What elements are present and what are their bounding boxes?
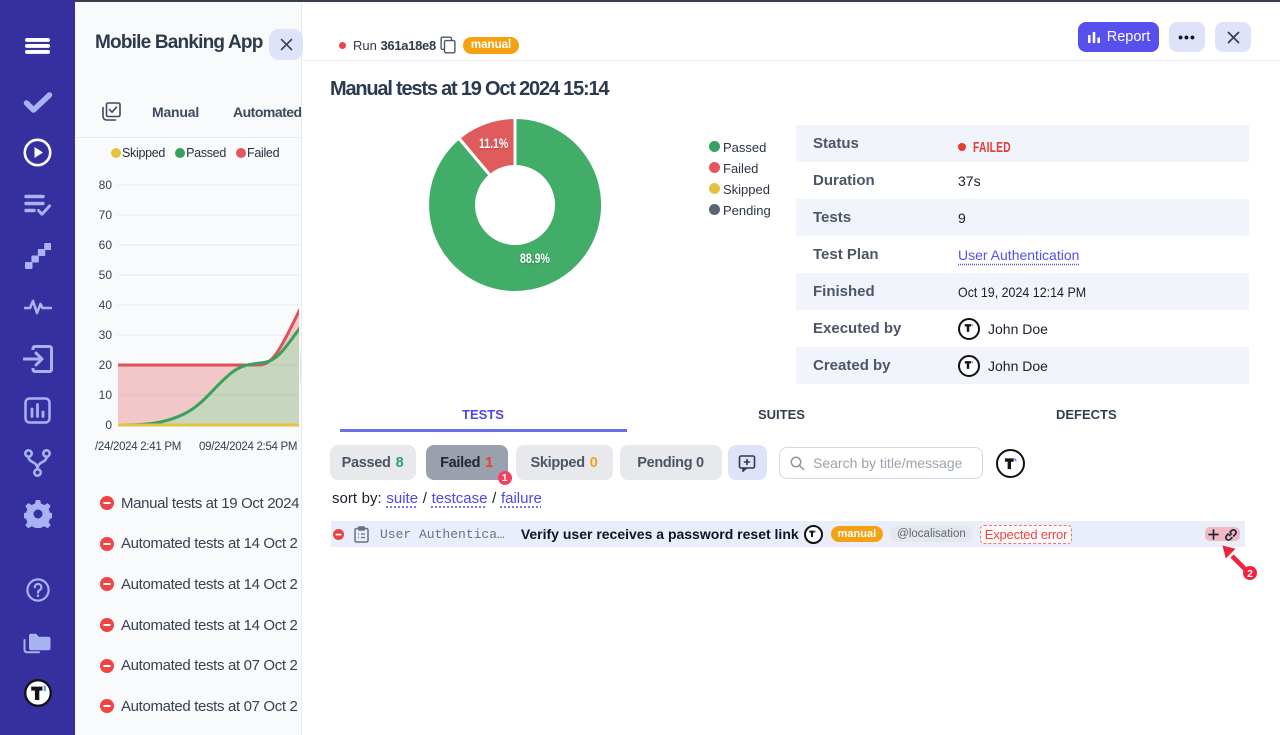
svg-text:2: 2 bbox=[1247, 568, 1253, 580]
svg-text:60: 60 bbox=[99, 238, 113, 252]
svg-text:10: 10 bbox=[99, 388, 113, 402]
svg-text:30: 30 bbox=[99, 328, 113, 342]
svg-text:40: 40 bbox=[99, 298, 113, 312]
svg-text:/24/2024 2:41 PM: /24/2024 2:41 PM bbox=[95, 441, 181, 453]
svg-text:20: 20 bbox=[99, 358, 113, 372]
svg-text:0: 0 bbox=[105, 418, 112, 432]
svg-text:70: 70 bbox=[99, 208, 113, 222]
svg-text:50: 50 bbox=[99, 268, 113, 282]
svg-text:09/24/2024 2:54 PM: 09/24/2024 2:54 PM bbox=[199, 441, 297, 453]
svg-text:80: 80 bbox=[99, 178, 113, 192]
